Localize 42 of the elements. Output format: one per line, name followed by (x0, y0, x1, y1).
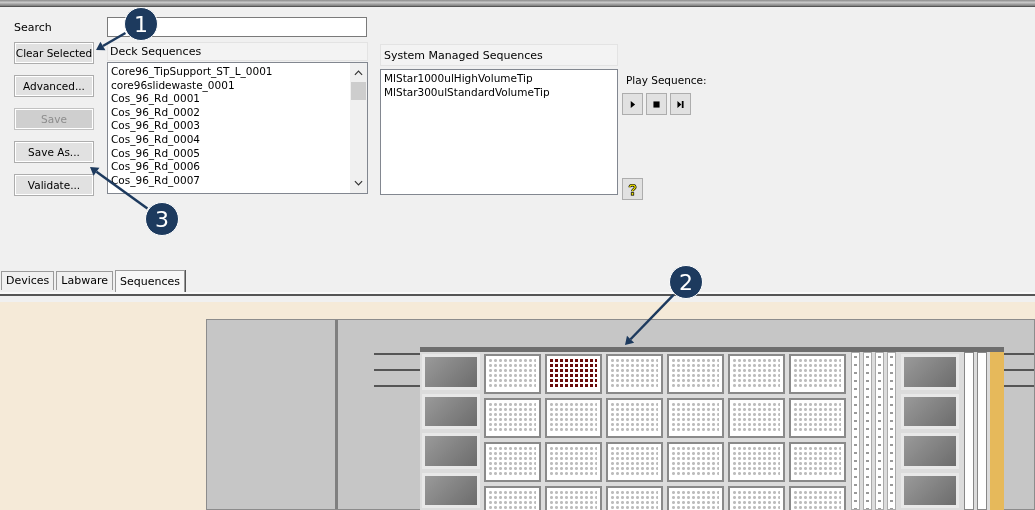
action-button[interactable]: Advanced... (14, 75, 94, 97)
list-item[interactable]: Cos_96_Rd_0003 (111, 119, 347, 133)
tab[interactable]: Devices (1, 271, 55, 290)
list-item[interactable]: Cos_96_Rd_0006 (111, 160, 347, 174)
scroll-thumb[interactable] (351, 82, 366, 100)
stop-icon (653, 99, 660, 109)
scrollbar[interactable] (350, 63, 367, 193)
callout-number: 2 (669, 265, 703, 299)
list-item[interactable]: Cos_96_Rd_0002 (111, 105, 347, 120)
panel-header: System Managed Sequences (380, 44, 618, 66)
scroll-down-icon[interactable] (354, 180, 363, 186)
labware-block (901, 433, 959, 469)
panel-header: Deck Sequences (107, 42, 368, 61)
scroll-up-icon[interactable] (354, 70, 363, 76)
search-label: Search (14, 21, 52, 36)
step-button[interactable] (670, 93, 691, 115)
tab[interactable]: Sequences (115, 270, 185, 292)
callout-number: 1 (124, 7, 158, 41)
play-icon (629, 99, 636, 109)
list-item[interactable]: Cos_96_Rd_0005 (111, 146, 347, 161)
tab[interactable]: Labware (56, 271, 113, 290)
list-item[interactable]: MlStar1000ulHighVolumeTip (384, 72, 614, 86)
stop-button[interactable] (646, 93, 667, 115)
step-icon (677, 99, 684, 109)
labware-block (901, 354, 959, 390)
callout-arrow (625, 294, 675, 345)
list-item[interactable]: core96slidewaste_0001 (111, 78, 347, 93)
help-icon (628, 182, 637, 196)
action-button[interactable]: Validate... (14, 174, 94, 196)
play-sequence-label: Play Sequence: (626, 74, 707, 86)
list-item[interactable]: MlStar300ulStandardVolumeTip (384, 85, 614, 100)
help-button[interactable] (622, 178, 643, 200)
list-item[interactable]: Cos_96_Rd_0001 (111, 92, 347, 106)
action-button[interactable]: Save As... (14, 141, 94, 163)
list-item[interactable]: Cos_96_Rd_0004 (111, 132, 347, 147)
play-button[interactable] (622, 93, 643, 115)
labware-block (901, 393, 959, 429)
microplate[interactable] (545, 354, 602, 394)
list-item[interactable]: Core96_TipSupport_ST_L_0001 (111, 65, 347, 79)
list-item[interactable]: Cos_96_Rd_0007 (111, 173, 347, 188)
callout-number: 3 (145, 202, 179, 236)
action-button[interactable]: Clear Selected (14, 42, 94, 64)
